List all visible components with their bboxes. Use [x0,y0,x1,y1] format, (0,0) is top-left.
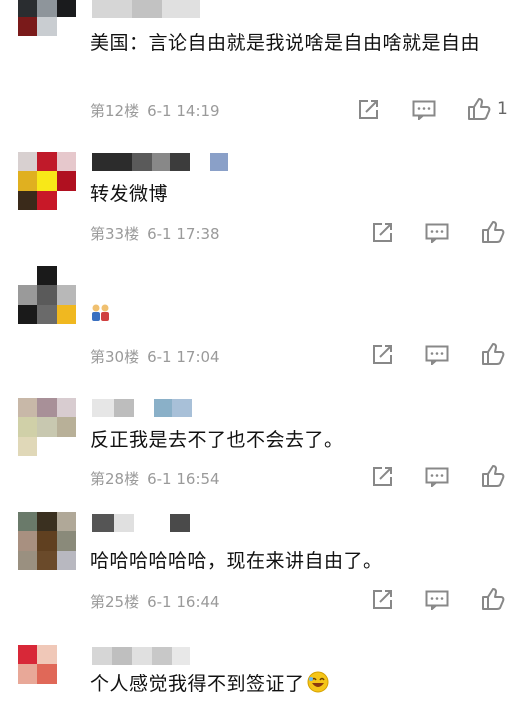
username-blurred[interactable] [92,0,200,18]
people-emoji [90,302,112,328]
avatar[interactable] [18,266,76,324]
thumbs-up-icon [468,98,491,120]
comment-icon[interactable] [425,590,449,610]
timestamp: 6-1 17:38 [147,225,220,243]
username-blurred[interactable] [92,399,192,417]
comment-text-content: 个人感觉我得不到签证了 [90,673,305,695]
laugh-emoji [307,671,329,703]
comment-meta: 第33楼 6-1 17:38 [90,223,220,244]
comment-meta: 第28楼 6-1 16:54 [90,468,220,489]
like-button[interactable]: 1 [467,97,508,121]
comment-icon[interactable] [425,223,449,243]
floor-number: 第28楼 [90,470,140,488]
comment-meta: 第25楼 6-1 16:44 [90,591,220,612]
thumbs-up-icon [482,465,505,487]
floor-number: 第25楼 [90,593,140,611]
username-blurred[interactable] [92,153,228,171]
floor-number: 第33楼 [90,225,140,243]
comment-text: 反正我是去不了也不会去了。 [90,429,344,451]
avatar[interactable] [18,0,76,36]
username-blurred[interactable] [92,647,190,665]
avatar[interactable] [18,645,76,703]
like-count: 1 [497,99,508,119]
floor-number: 第12楼 [90,102,140,120]
floor-number: 第30楼 [90,348,140,366]
comment-text: 转发微博 [90,183,169,205]
like-button[interactable] [481,464,511,488]
comment-meta: 第12楼 6-1 14:19 [90,100,220,121]
share-icon[interactable] [371,344,393,366]
comment-text: 哈哈哈哈哈哈，现在来讲自由了。 [90,550,383,572]
avatar[interactable] [18,512,76,570]
timestamp: 6-1 14:19 [147,102,220,120]
comment-text: 美国：言论自由就是我说啥是自由啥就是自由 [90,32,481,54]
username-blurred[interactable] [92,514,190,532]
timestamp: 6-1 16:44 [147,593,220,611]
comment-icon[interactable] [425,467,449,487]
like-button[interactable] [481,342,511,366]
timestamp: 6-1 17:04 [147,348,220,366]
thumbs-up-icon [482,343,505,365]
comment-meta: 第30楼 6-1 17:04 [90,346,220,367]
like-button[interactable] [481,587,511,611]
avatar[interactable] [18,152,76,210]
avatar[interactable] [18,398,76,456]
thumbs-up-icon [482,221,505,243]
like-button[interactable] [481,220,511,244]
comment-icon[interactable] [425,345,449,365]
share-icon[interactable] [371,466,393,488]
thumbs-up-icon [482,588,505,610]
share-icon[interactable] [357,99,379,121]
share-icon[interactable] [371,222,393,244]
timestamp: 6-1 16:54 [147,470,220,488]
share-icon[interactable] [371,589,393,611]
comment-text: 个人感觉我得不到签证了 [90,669,510,703]
comment-icon[interactable] [412,100,436,120]
